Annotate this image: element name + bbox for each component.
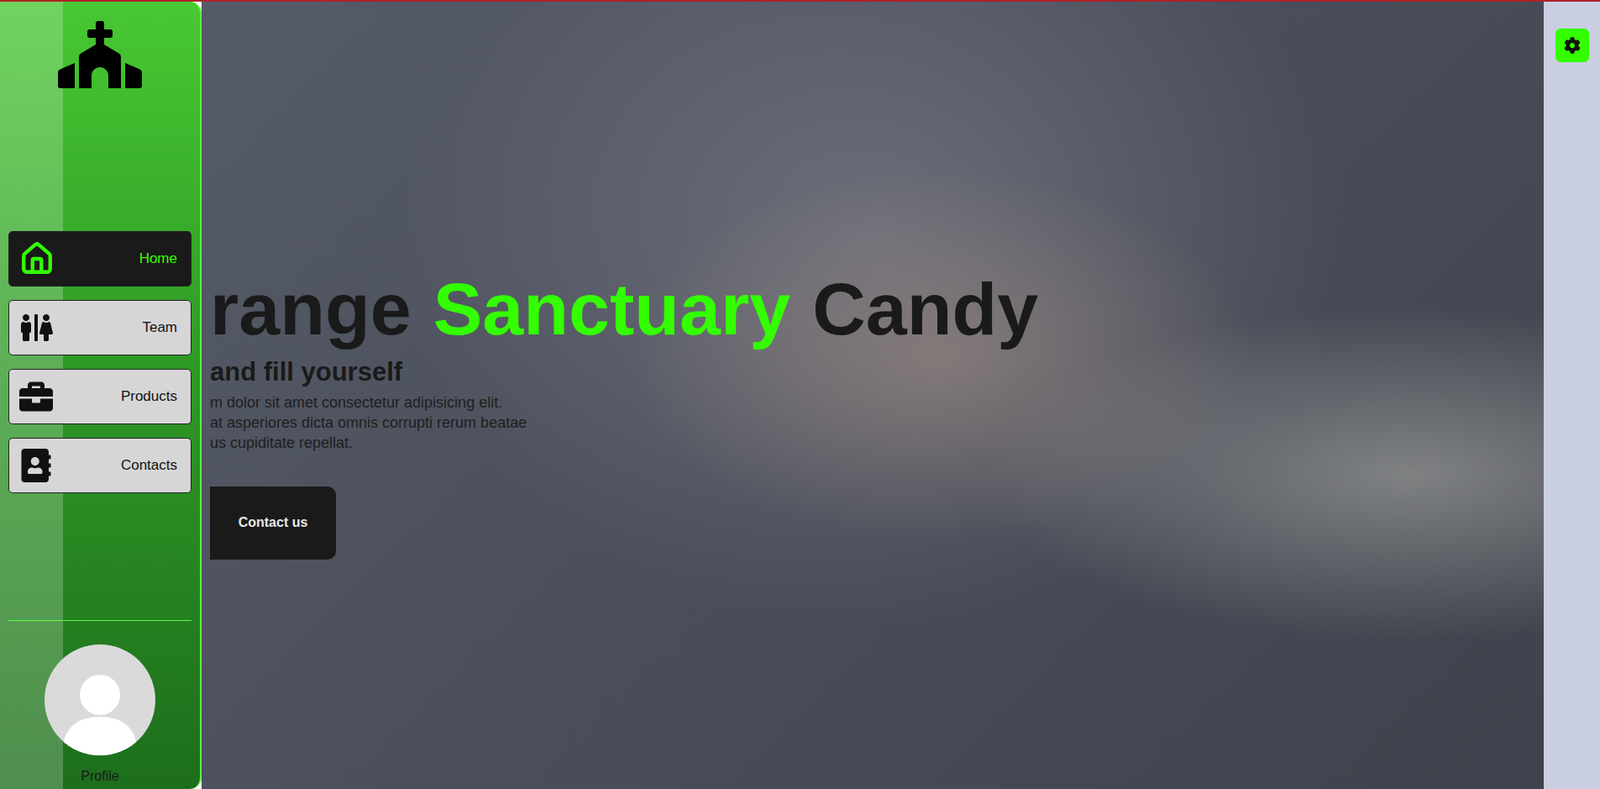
briefcase-icon xyxy=(19,379,53,414)
title-word: Sanctuary xyxy=(433,268,792,351)
title-word: Candy xyxy=(812,268,1039,351)
hero-subtitle: and fill yourself xyxy=(209,356,1544,388)
hero-paragraph: m dolor sit amet consectetur adipisicing… xyxy=(209,392,1544,453)
people-icon xyxy=(19,310,53,345)
page: Home Team Products Contacts Profile range Sanc… xyxy=(0,0,1600,789)
contact-button[interactable]: Contact us xyxy=(209,486,336,560)
nav-list: Home Team Products Contacts xyxy=(8,230,192,494)
user-icon xyxy=(53,662,147,756)
settings-button[interactable] xyxy=(1555,28,1590,63)
sidebar-item[interactable]: Home xyxy=(8,230,192,287)
right-strip xyxy=(1543,1,1600,789)
sidebar-item[interactable]: Team xyxy=(8,299,192,356)
sidebar-item[interactable]: Contacts xyxy=(8,437,192,494)
profile-label[interactable]: Profile xyxy=(80,768,119,784)
address-book-icon xyxy=(19,448,53,483)
sidebar-item[interactable]: Products xyxy=(8,368,192,425)
logo xyxy=(53,8,147,101)
title-word: range xyxy=(209,268,412,351)
sidebar: Home Team Products Contacts Profile xyxy=(0,1,202,789)
church-icon xyxy=(57,12,142,97)
hero: range SanctuaryCandy and fill yourself m do… xyxy=(201,1,1544,789)
avatar[interactable] xyxy=(44,644,156,756)
gear-icon xyxy=(1563,36,1581,54)
sidebar-divider xyxy=(8,619,192,621)
home-icon xyxy=(19,241,55,277)
hero-title: range SanctuaryCandy xyxy=(209,268,1544,351)
